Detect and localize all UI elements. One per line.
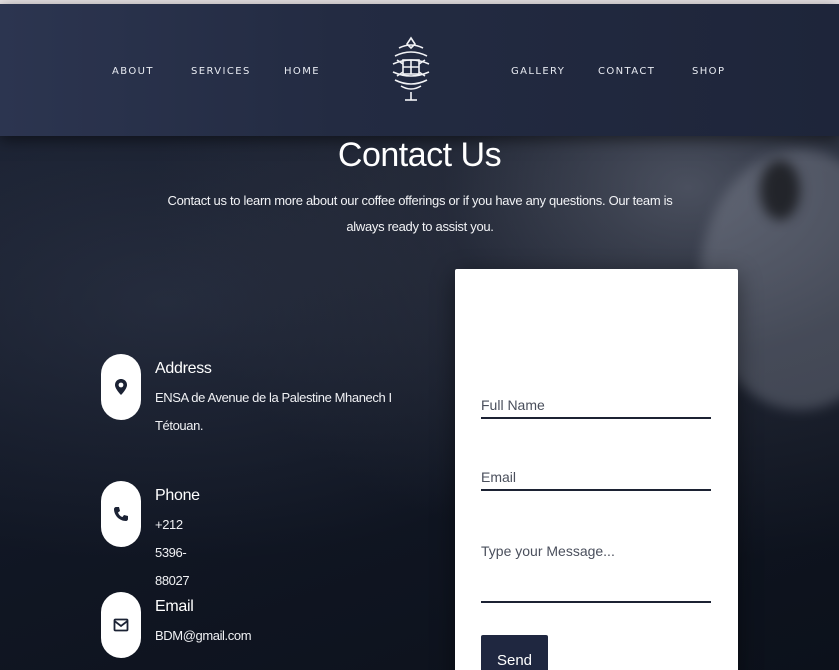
navbar: ABOUT SERVICES HOME GALLERY CONTACT SHOP	[0, 4, 839, 136]
page-subtitle: Contact us to learn more about our coffe…	[167, 193, 673, 234]
phone-icon	[114, 507, 128, 521]
nav-link-home[interactable]: HOME	[284, 66, 320, 77]
email-icon-circle	[101, 592, 141, 658]
nav-link-services[interactable]: SERVICES	[191, 66, 251, 77]
nav-link-contact[interactable]: CONTACT	[598, 66, 655, 77]
phone-label: Phone	[155, 487, 200, 504]
nav-link-shop[interactable]: SHOP	[692, 66, 725, 77]
send-button[interactable]: Send	[481, 635, 548, 670]
address-value: ENSA de Avenue de la Palestine Mhanech I…	[155, 390, 392, 433]
ornamental-emblem-logo[interactable]	[389, 34, 433, 104]
phone-icon-circle	[101, 481, 141, 547]
nav-link-gallery[interactable]: GALLERY	[511, 66, 565, 77]
email-value: BDM@gmail.com	[155, 628, 252, 643]
nav-link-about[interactable]: ABOUT	[112, 66, 154, 77]
email-input[interactable]	[481, 469, 711, 491]
email-label: Email	[155, 598, 194, 615]
message-textarea[interactable]	[481, 541, 711, 603]
map-pin-icon	[115, 379, 127, 395]
contact-form: Send	[455, 269, 738, 670]
address-icon-circle	[101, 354, 141, 420]
full-name-input[interactable]	[481, 397, 711, 419]
address-label: Address	[155, 360, 212, 377]
phone-value: +212 5396-88027	[155, 517, 190, 588]
envelope-icon	[113, 618, 129, 632]
page-title: Contact Us	[337, 136, 502, 174]
